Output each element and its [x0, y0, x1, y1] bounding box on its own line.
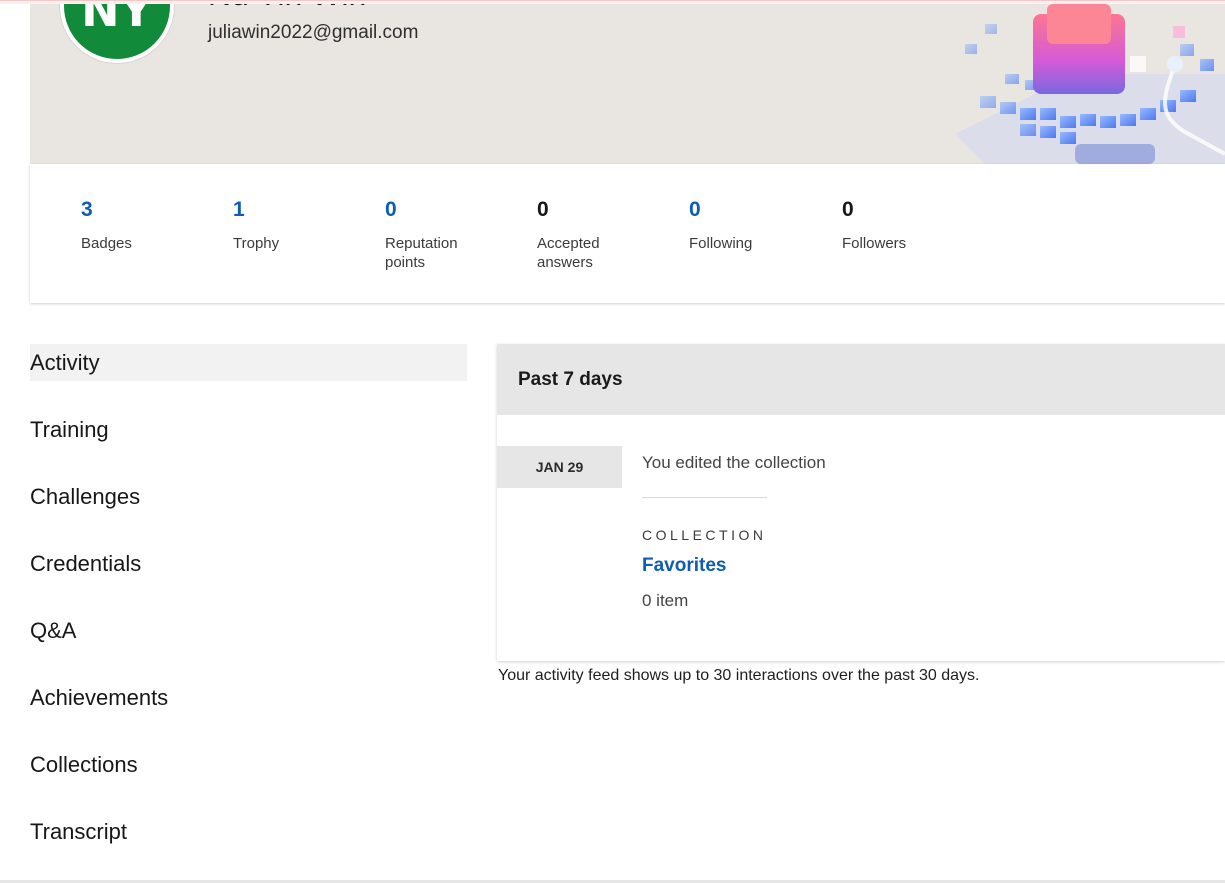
nav-item-training[interactable]: Training — [30, 411, 467, 448]
banner-illustration — [955, 4, 1225, 164]
stat-label: Following — [689, 235, 753, 252]
stat-following[interactable]: 0 Following — [689, 198, 819, 253]
avatar: NY — [60, 4, 174, 63]
collection-link[interactable]: Favorites — [642, 555, 726, 577]
stat-label: Badges — [81, 235, 132, 252]
stat-followers: 0 Followers — [842, 198, 972, 253]
profile-email: juliawin2022@gmail.com — [208, 22, 419, 43]
stat-reputation[interactable]: 0 Reputation points — [385, 198, 475, 272]
activity-period-header: Past 7 days — [497, 344, 1225, 415]
nav-item-achievements[interactable]: Achievements — [30, 679, 467, 716]
stat-label: Accepted answers — [537, 235, 600, 271]
stat-label: Reputation points — [385, 235, 458, 271]
profile-banner: NY Nu Yin Win juliawin2022@gmail.com — [30, 4, 1225, 164]
event-divider — [642, 497, 767, 498]
stats-card: 3 Badges 1 Trophy 0 Reputation points 0 … — [30, 164, 1225, 303]
stat-badges[interactable]: 3 Badges — [81, 198, 211, 253]
stat-value[interactable]: 0 — [385, 198, 475, 222]
nav-item-activity[interactable]: Activity — [30, 344, 467, 381]
activity-panel: Past 7 days JAN 29 You edited the collec… — [497, 344, 1225, 661]
event-description: You edited the collection — [642, 453, 826, 472]
stat-accepted-answers: 0 Accepted answers — [537, 198, 617, 272]
activity-period: Past 7 days — [518, 368, 623, 390]
nav-item-transcript[interactable]: Transcript — [30, 813, 467, 850]
nav-item-challenges[interactable]: Challenges — [30, 478, 467, 515]
stat-value[interactable]: 3 — [81, 198, 211, 222]
profile-name: Nu Yin Win — [208, 4, 366, 13]
profile-nav: Activity Training Challenges Credentials… — [30, 344, 467, 880]
stat-value[interactable]: 0 — [689, 198, 819, 222]
event-kind: COLLECTION — [642, 527, 767, 543]
event-date: JAN 29 — [497, 446, 622, 488]
stat-value[interactable]: 1 — [233, 198, 363, 222]
nav-item-collections[interactable]: Collections — [30, 746, 467, 783]
nav-item-credentials[interactable]: Credentials — [30, 545, 467, 582]
collection-item-count: 0 item — [642, 591, 689, 610]
stat-value: 0 — [842, 198, 854, 221]
stat-label: Followers — [842, 235, 907, 252]
stat-trophy[interactable]: 1 Trophy — [233, 198, 363, 253]
nav-item-qna[interactable]: Q&A — [30, 612, 467, 649]
stat-value: 0 — [537, 198, 549, 221]
activity-footnote: Your activity feed shows up to 30 intera… — [498, 667, 980, 684]
avatar-initials: NY — [81, 4, 153, 37]
stat-label: Trophy — [233, 235, 280, 252]
